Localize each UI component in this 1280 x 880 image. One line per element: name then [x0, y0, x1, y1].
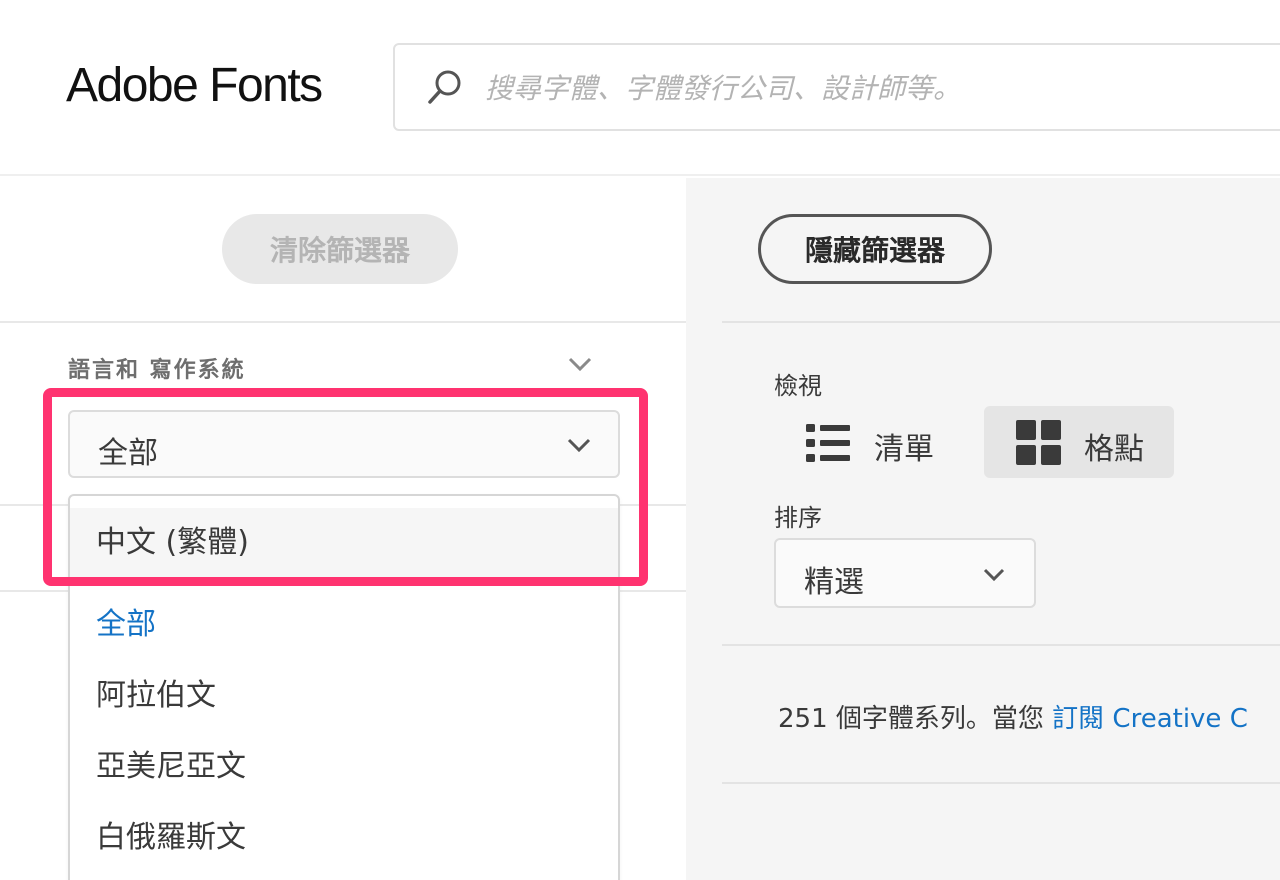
language-section-label[interactable]: 語言和 寫作系統: [68, 352, 246, 384]
dropdown-item-all[interactable]: 全部: [70, 590, 618, 660]
view-grid-label: 格點: [1084, 432, 1144, 467]
sort-select-value: 精選: [804, 565, 864, 600]
subscribe-link[interactable]: 訂閱 Creative C: [1052, 704, 1248, 734]
dropdown-item-chinese-traditional[interactable]: 中文 (繁體): [70, 508, 618, 578]
results-count-text: 251 個字體系列。當您 訂閱 Creative C: [778, 698, 1248, 735]
search-input[interactable]: [485, 65, 1265, 111]
search-box[interactable]: [393, 43, 1280, 131]
view-label: 檢視: [774, 372, 822, 400]
filter-panel: 清除篩選器 語言和 寫作系統 全部 中文 (繁體) 全部 阿拉伯文 亞美尼亞文 …: [0, 178, 686, 880]
language-select-value: 全部: [98, 436, 158, 471]
view-list-button[interactable]: 清單: [786, 406, 976, 478]
divider: [0, 321, 686, 323]
results-panel: 隱藏篩選器 檢視 清單 格點 排序 精選 251 個字體系列。當您 訂閱 Cre…: [686, 178, 1280, 880]
list-icon: [806, 424, 850, 462]
chevron-down-icon: [983, 568, 1005, 582]
divider: [722, 644, 1280, 646]
dropdown-item-belarusian[interactable]: 白俄羅斯文: [70, 803, 618, 873]
results-count: 251 個字體系列。當您: [778, 704, 1053, 734]
sort-label: 排序: [774, 504, 822, 532]
sort-select[interactable]: 精選: [774, 538, 1036, 608]
dropdown-item-armenian[interactable]: 亞美尼亞文: [70, 732, 618, 802]
grid-icon: [1016, 420, 1061, 465]
search-icon: [428, 70, 461, 104]
dropdown-item-arabic[interactable]: 阿拉伯文: [70, 661, 618, 731]
clear-filters-button[interactable]: 清除篩選器: [222, 214, 458, 284]
language-dropdown-menu: 中文 (繁體) 全部 阿拉伯文 亞美尼亞文 白俄羅斯文: [68, 494, 620, 880]
adobe-fonts-logo[interactable]: Adobe Fonts: [66, 58, 323, 113]
chevron-down-icon[interactable]: [566, 354, 594, 374]
hide-filters-button[interactable]: 隱藏篩選器: [758, 214, 992, 284]
divider: [722, 782, 1280, 784]
view-list-label: 清單: [874, 432, 934, 467]
divider: [722, 321, 1280, 323]
language-select[interactable]: 全部: [68, 410, 620, 478]
view-grid-button[interactable]: 格點: [984, 406, 1174, 478]
header: Adobe Fonts: [0, 0, 1280, 176]
adobe-fonts-page: Adobe Fonts 清除篩選器 語言和 寫作系統 全部 中文 (繁體) 全部: [0, 0, 1280, 880]
chevron-down-icon: [567, 438, 591, 453]
